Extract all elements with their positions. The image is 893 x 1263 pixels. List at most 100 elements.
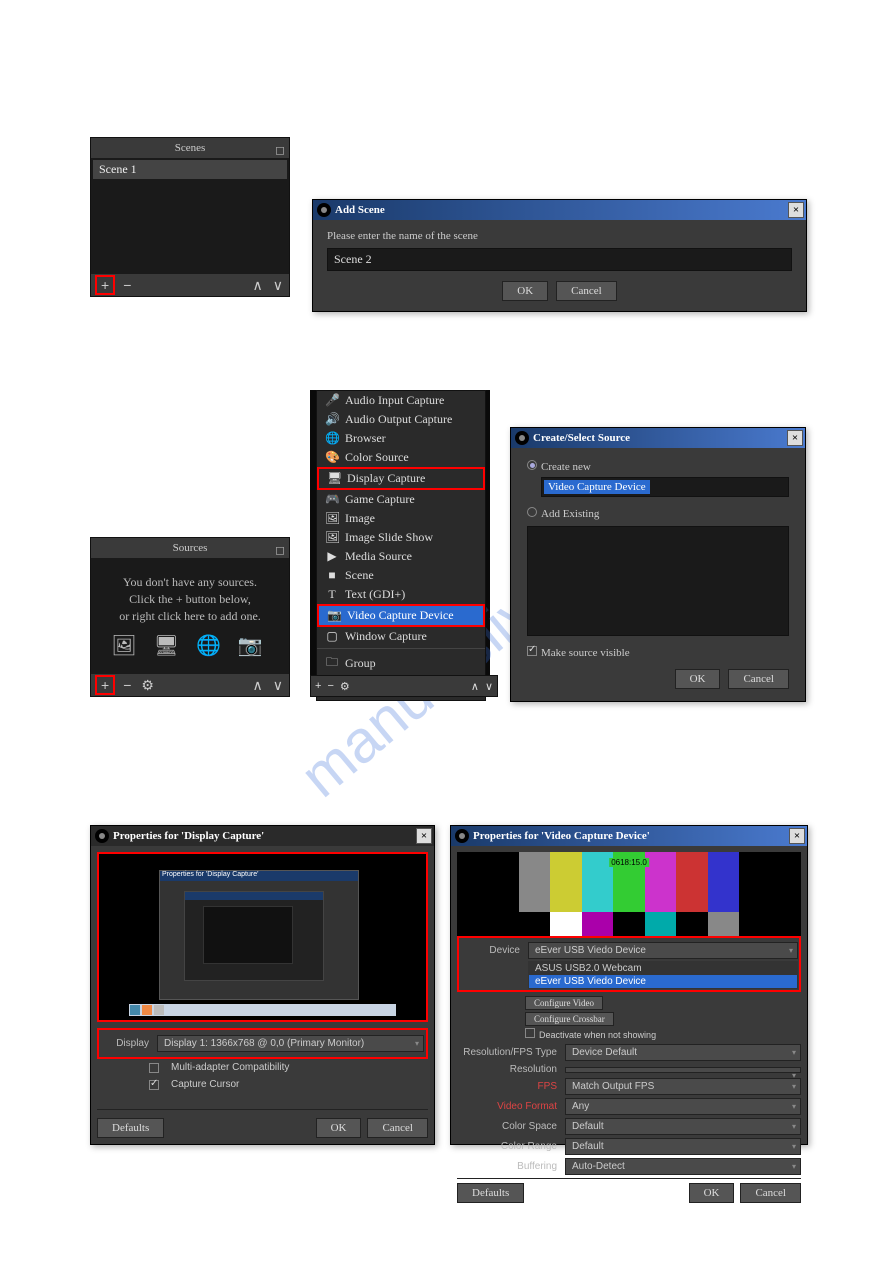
- scenes-list[interactable]: Scene 1: [91, 158, 289, 274]
- popout-icon[interactable]: ◻: [275, 140, 285, 160]
- folder-icon: 🗀: [325, 653, 339, 674]
- menu-item-color-source[interactable]: 🎨Color Source: [317, 448, 485, 467]
- ok-button[interactable]: OK: [689, 1183, 735, 1203]
- menu-item-display-capture[interactable]: 🖥 Display Capture: [317, 467, 485, 490]
- cancel-button[interactable]: Cancel: [740, 1183, 801, 1203]
- cancel-button[interactable]: Cancel: [367, 1118, 428, 1138]
- capture-cursor-checkbox[interactable]: [149, 1080, 159, 1090]
- popout-icon[interactable]: ◻: [275, 540, 285, 560]
- cancel-button[interactable]: Cancel: [556, 281, 617, 301]
- scene-name-input[interactable]: [327, 248, 792, 271]
- audio-output-capture-icon: 🔊: [325, 412, 339, 427]
- sources-panel-header: Sources ◻: [91, 538, 289, 558]
- menu-item-image[interactable]: 🖼 Image: [317, 509, 485, 528]
- browser-icon: 🌐: [325, 431, 339, 446]
- image-icon: 🖼: [325, 511, 339, 526]
- move-up-button[interactable]: ∧: [251, 677, 265, 694]
- device-option[interactable]: eEver USB Viedo Device: [529, 975, 797, 988]
- prop-select[interactable]: Any▾: [565, 1098, 801, 1115]
- cancel-button[interactable]: Cancel: [728, 669, 789, 689]
- obs-icon: [317, 203, 331, 217]
- menu-item-label: Text (GDI+): [345, 587, 405, 602]
- ok-button[interactable]: OK: [502, 281, 548, 301]
- move-down-button[interactable]: ∨: [271, 277, 285, 294]
- prop-select[interactable]: ▾: [565, 1067, 801, 1073]
- configure-video-button[interactable]: Configure Video: [525, 996, 603, 1010]
- color-source-icon: 🎨: [325, 450, 339, 465]
- menu-item-label: Image: [345, 511, 375, 526]
- device-select[interactable]: eEver USB Viedo Device▾: [528, 942, 798, 959]
- scene-item[interactable]: Scene 1: [93, 160, 287, 179]
- audio-input-capture-icon: 🎤: [325, 393, 339, 408]
- remove-source-button[interactable]: −: [121, 677, 133, 693]
- configure-crossbar-button[interactable]: Configure Crossbar: [525, 1012, 614, 1026]
- add-source-button[interactable]: +: [95, 675, 115, 695]
- game-capture-icon: 🎮: [325, 492, 339, 507]
- menu-item-window-capture[interactable]: ▢Window Capture: [317, 627, 485, 646]
- create-new-radio[interactable]: [527, 460, 537, 470]
- sources-empty-hint[interactable]: You don't have any sources. Click the + …: [93, 560, 287, 674]
- prop-select[interactable]: Default▾: [565, 1118, 801, 1135]
- menu-item-audio-input-capture[interactable]: 🎤Audio Input Capture: [317, 391, 485, 410]
- new-source-name-input[interactable]: Video Capture Device: [544, 480, 650, 494]
- deactivate-checkbox[interactable]: [525, 1028, 535, 1038]
- menu-item-label: Game Capture: [345, 492, 415, 507]
- existing-sources-list[interactable]: [527, 526, 789, 636]
- menu-item-scene[interactable]: ■Scene: [317, 566, 485, 585]
- menu-item-label: Display Capture: [347, 471, 425, 486]
- menu-item-audio-output-capture[interactable]: 🔊 Audio Output Capture: [317, 410, 485, 429]
- scenes-title: Scenes: [175, 142, 206, 154]
- multi-adapter-label: Multi-adapter Compatibility: [171, 1062, 289, 1073]
- capture-cursor-label: Capture Cursor: [171, 1079, 239, 1090]
- menu-item-text-gdi[interactable]: TText (GDI+): [317, 585, 485, 604]
- prop-label: Color Range: [457, 1141, 557, 1152]
- close-icon[interactable]: ×: [787, 430, 803, 446]
- display-label: Display: [101, 1038, 149, 1049]
- menu-item-group[interactable]: 🗀 Group: [317, 651, 485, 676]
- chevron-down-icon: ▾: [792, 1102, 796, 1111]
- remove-scene-button[interactable]: −: [121, 277, 133, 293]
- device-dropdown-list[interactable]: ASUS USB2.0 Webcam eEver USB Viedo Devic…: [528, 961, 798, 989]
- close-icon[interactable]: ×: [789, 828, 805, 844]
- close-icon[interactable]: ×: [788, 202, 804, 218]
- menu-item-browser[interactable]: 🌐Browser: [317, 429, 485, 448]
- prop-select[interactable]: Default▾: [565, 1138, 801, 1155]
- source-settings-button[interactable]: ⚙: [139, 677, 156, 694]
- make-visible-checkbox[interactable]: [527, 646, 537, 656]
- menu-item-video-capture-device[interactable]: 📷Video Capture Device: [317, 604, 485, 627]
- make-visible-label: Make source visible: [541, 647, 630, 659]
- menu-item-label: Group: [345, 656, 376, 671]
- sources-title: Sources: [173, 542, 208, 554]
- prop-label: Resolution/FPS Type: [457, 1047, 557, 1058]
- dialog-title: Add Scene: [335, 204, 385, 216]
- move-up-button[interactable]: ∧: [251, 277, 265, 294]
- prop-select[interactable]: Auto-Detect▾: [565, 1158, 801, 1175]
- device-option[interactable]: ASUS USB2.0 Webcam: [529, 962, 797, 975]
- add-existing-radio[interactable]: [527, 507, 537, 517]
- menu-item-label: Window Capture: [345, 629, 427, 644]
- ok-button[interactable]: OK: [675, 669, 721, 689]
- display-capture-icon: 🖥: [327, 471, 341, 486]
- dialog-title: Properties for 'Display Capture': [113, 830, 264, 842]
- chevron-down-icon: ▾: [792, 1082, 796, 1091]
- display-capture-properties: Properties for 'Display Capture' × Prope…: [90, 825, 435, 1145]
- chevron-down-icon: ▾: [792, 1142, 796, 1151]
- create-new-label: Create new: [541, 461, 591, 473]
- menu-item-media-source[interactable]: ▶Media Source: [317, 547, 485, 566]
- add-source-menu[interactable]: 🎤Audio Input Capture 🔊 Audio Output Captur…: [316, 390, 486, 701]
- display-select[interactable]: Display 1: 1366x768 @ 0,0 (Primary Monit…: [157, 1035, 424, 1052]
- move-down-button[interactable]: ∨: [271, 677, 285, 694]
- add-source-button-2[interactable]: +: [315, 680, 321, 692]
- prop-select[interactable]: Device Default▾: [565, 1044, 801, 1061]
- multi-adapter-checkbox[interactable]: [149, 1063, 159, 1073]
- defaults-button[interactable]: Defaults: [457, 1183, 524, 1203]
- menu-item-image-slide-show[interactable]: 🖼Image Slide Show: [317, 528, 485, 547]
- menu-item-game-capture[interactable]: 🎮 Game Capture: [317, 490, 485, 509]
- menu-item-label: Audio Output Capture: [345, 412, 452, 427]
- obs-icon: [515, 431, 529, 445]
- defaults-button[interactable]: Defaults: [97, 1118, 164, 1138]
- ok-button[interactable]: OK: [316, 1118, 362, 1138]
- prop-select[interactable]: Match Output FPS▾: [565, 1078, 801, 1095]
- close-icon[interactable]: ×: [416, 828, 432, 844]
- add-scene-button[interactable]: +: [95, 275, 115, 295]
